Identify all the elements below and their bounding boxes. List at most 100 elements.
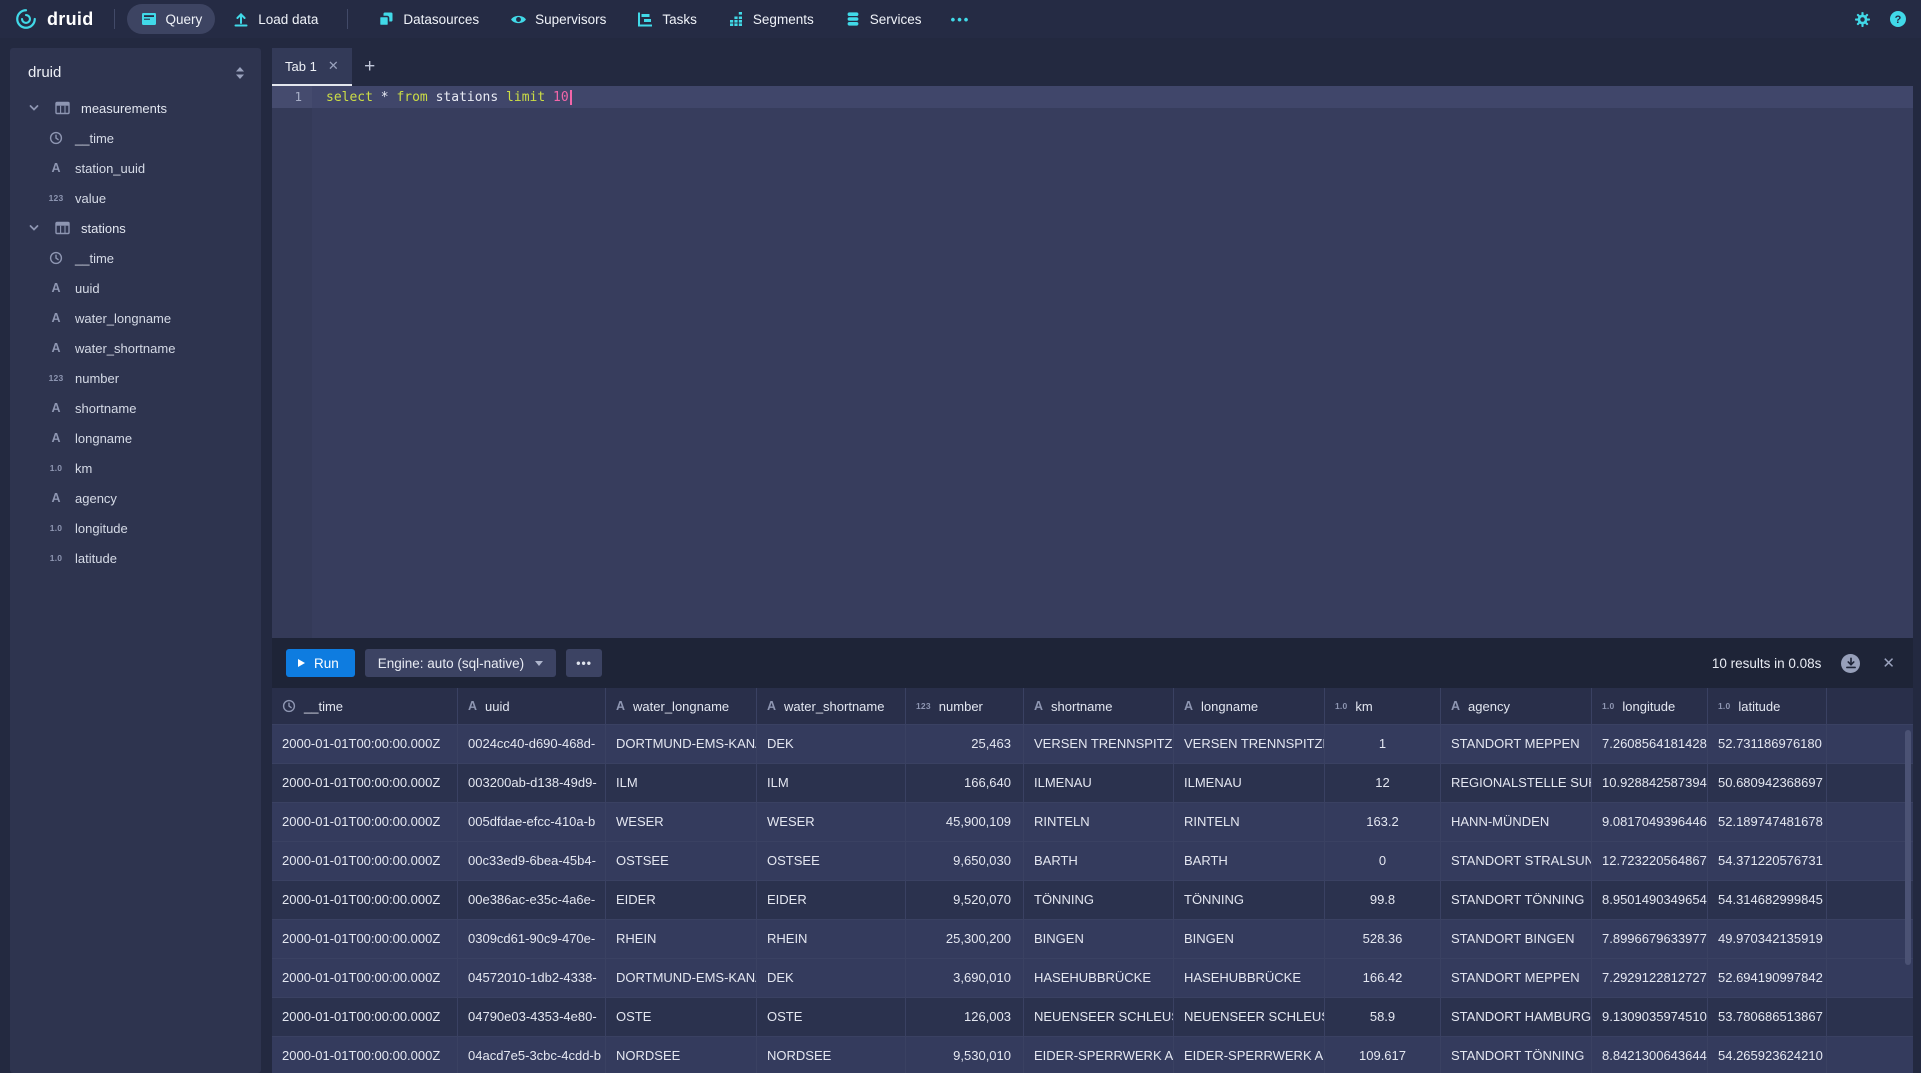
cell-water-longname[interactable]: ILM	[606, 764, 757, 803]
sql-editor[interactable]: 1 select * from stations limit 10	[272, 86, 1913, 638]
cell-agency[interactable]: STANDORT TÖNNING	[1441, 1037, 1592, 1073]
cell-latitude[interactable]: 52.189747481678	[1708, 803, 1827, 842]
tree-column-water-longname[interactable]: Awater_longname	[10, 303, 261, 333]
query-more-button[interactable]: •••	[566, 649, 602, 677]
cell-latitude[interactable]: 52.731186976180	[1708, 725, 1827, 764]
schema-selector[interactable]: druid	[10, 62, 261, 93]
tree-column-uuid[interactable]: Auuid	[10, 273, 261, 303]
cell-km[interactable]: 58.9	[1325, 998, 1441, 1037]
tree-column-latitude[interactable]: 1.0latitude	[10, 543, 261, 573]
run-button[interactable]: Run	[286, 649, 355, 677]
cell-number[interactable]: 45,900,109	[906, 803, 1024, 842]
cell-longitude[interactable]: 7.2929122812727	[1592, 959, 1708, 998]
cell--time[interactable]: 2000-01-01T00:00:00.000Z	[272, 1037, 458, 1073]
cell-agency[interactable]: REGIONALSTELLE SUHL	[1441, 764, 1592, 803]
nav-item-segments[interactable]: Segments	[714, 4, 827, 34]
cell--time[interactable]: 2000-01-01T00:00:00.000Z	[272, 725, 458, 764]
cell-shortname[interactable]: EIDER-SPERRWERK AP	[1024, 1037, 1174, 1073]
cell-shortname[interactable]: RINTELN	[1024, 803, 1174, 842]
cell-agency[interactable]: STANDORT MEPPEN	[1441, 725, 1592, 764]
cell-longitude[interactable]: 12.723220564867	[1592, 842, 1708, 881]
cell-water-shortname[interactable]: DEK	[757, 725, 906, 764]
cell-uuid[interactable]: 04acd7e5-3cbc-4cdd-b	[458, 1037, 606, 1073]
nav-item-query[interactable]: Query	[127, 4, 216, 34]
cell--time[interactable]: 2000-01-01T00:00:00.000Z	[272, 998, 458, 1037]
nav-item-datasources[interactable]: Datasources	[364, 4, 492, 34]
cell-agency[interactable]: STANDORT MEPPEN	[1441, 959, 1592, 998]
cell-km[interactable]: 99.8	[1325, 881, 1441, 920]
cell-shortname[interactable]: VERSEN TRENNSPITZE	[1024, 725, 1174, 764]
cell-water-longname[interactable]: EIDER	[606, 881, 757, 920]
close-results-icon[interactable]: ✕	[1882, 654, 1895, 672]
results-scrollbar[interactable]	[1905, 730, 1911, 965]
druid-brand[interactable]: druid	[14, 7, 94, 31]
cell-longitude[interactable]: 8.9501490349654	[1592, 881, 1708, 920]
engine-select[interactable]: Engine: auto (sql-native)	[365, 649, 556, 677]
cell-uuid[interactable]: 00e386ac-e35c-4a6e-	[458, 881, 606, 920]
cell-km[interactable]: 109.617	[1325, 1037, 1441, 1073]
column-header--time[interactable]: __time	[272, 688, 458, 725]
tree-column-agency[interactable]: Aagency	[10, 483, 261, 513]
cell--time[interactable]: 2000-01-01T00:00:00.000Z	[272, 803, 458, 842]
cell-water-longname[interactable]: OSTSEE	[606, 842, 757, 881]
cell-number[interactable]: 126,003	[906, 998, 1024, 1037]
cell-shortname[interactable]: BINGEN	[1024, 920, 1174, 959]
cell-water-shortname[interactable]: OSTSEE	[757, 842, 906, 881]
cell-shortname[interactable]: TÖNNING	[1024, 881, 1174, 920]
tab-close-icon[interactable]: ✕	[328, 58, 339, 74]
cell-water-longname[interactable]: NORDSEE	[606, 1037, 757, 1073]
cell-km[interactable]: 163.2	[1325, 803, 1441, 842]
cell-latitude[interactable]: 54.371220576731	[1708, 842, 1827, 881]
cell-longname[interactable]: VERSEN TRENNSPITZE	[1174, 725, 1325, 764]
cell-number[interactable]: 25,300,200	[906, 920, 1024, 959]
nav-item-services[interactable]: Services	[831, 4, 935, 34]
cell-number[interactable]: 166,640	[906, 764, 1024, 803]
cell-longitude[interactable]: 7.26085641814285	[1592, 725, 1708, 764]
column-header-agency[interactable]: Aagency	[1441, 688, 1592, 725]
column-header-water-longname[interactable]: Awater_longname	[606, 688, 757, 725]
cell-number[interactable]: 9,650,030	[906, 842, 1024, 881]
cell-water-shortname[interactable]: RHEIN	[757, 920, 906, 959]
cell-shortname[interactable]: ILMENAU	[1024, 764, 1174, 803]
cell-km[interactable]: 0	[1325, 842, 1441, 881]
nav-item-tasks[interactable]: Tasks	[623, 4, 710, 34]
nav-item-more[interactable]: •••	[938, 5, 982, 34]
cell-number[interactable]: 3,690,010	[906, 959, 1024, 998]
cell-water-longname[interactable]: DORTMUND-EMS-KANAL	[606, 959, 757, 998]
cell-water-longname[interactable]: RHEIN	[606, 920, 757, 959]
cell-uuid[interactable]: 0309cd61-90c9-470e-	[458, 920, 606, 959]
cell-longname[interactable]: TÖNNING	[1174, 881, 1325, 920]
download-results-button[interactable]	[1841, 654, 1860, 673]
cell-number[interactable]: 9,520,070	[906, 881, 1024, 920]
column-header-shortname[interactable]: Ashortname	[1024, 688, 1174, 725]
tree-table-measurements[interactable]: measurements	[10, 93, 261, 123]
cell-longitude[interactable]: 9.1309035974510	[1592, 998, 1708, 1037]
cell-longname[interactable]: EIDER-SPERRWERK AP	[1174, 1037, 1325, 1073]
tree-column-station-uuid[interactable]: Astation_uuid	[10, 153, 261, 183]
cell-latitude[interactable]: 49.970342135919	[1708, 920, 1827, 959]
cell-longitude[interactable]: 7.8996679633977	[1592, 920, 1708, 959]
cell--time[interactable]: 2000-01-01T00:00:00.000Z	[272, 842, 458, 881]
cell-water-longname[interactable]: DORTMUND-EMS-KANAL	[606, 725, 757, 764]
cell-water-longname[interactable]: OSTE	[606, 998, 757, 1037]
cell-water-shortname[interactable]: DEK	[757, 959, 906, 998]
column-header-number[interactable]: 123number	[906, 688, 1024, 725]
column-header-uuid[interactable]: Auuid	[458, 688, 606, 725]
column-header-longitude[interactable]: 1.0longitude	[1592, 688, 1708, 725]
cell-latitude[interactable]: 50.680942368697	[1708, 764, 1827, 803]
cell-latitude[interactable]: 54.265923624210	[1708, 1037, 1827, 1073]
cell-shortname[interactable]: HASEHUBBRÜCKE	[1024, 959, 1174, 998]
column-header-longname[interactable]: Alongname	[1174, 688, 1325, 725]
cell-uuid[interactable]: 00c33ed9-6bea-45b4-	[458, 842, 606, 881]
help-icon[interactable]: ?	[1889, 10, 1907, 28]
nav-item-supervisors[interactable]: Supervisors	[496, 4, 619, 35]
cell-longname[interactable]: NEUENSEER SCHLEUSE	[1174, 998, 1325, 1037]
tree-column-water-shortname[interactable]: Awater_shortname	[10, 333, 261, 363]
tree-column-longname[interactable]: Alongname	[10, 423, 261, 453]
cell--time[interactable]: 2000-01-01T00:00:00.000Z	[272, 764, 458, 803]
column-header-water-shortname[interactable]: Awater_shortname	[757, 688, 906, 725]
cell--time[interactable]: 2000-01-01T00:00:00.000Z	[272, 881, 458, 920]
cell-uuid[interactable]: 003200ab-d138-49d9-	[458, 764, 606, 803]
cell-water-shortname[interactable]: ILM	[757, 764, 906, 803]
cell-uuid[interactable]: 04572010-1db2-4338-	[458, 959, 606, 998]
